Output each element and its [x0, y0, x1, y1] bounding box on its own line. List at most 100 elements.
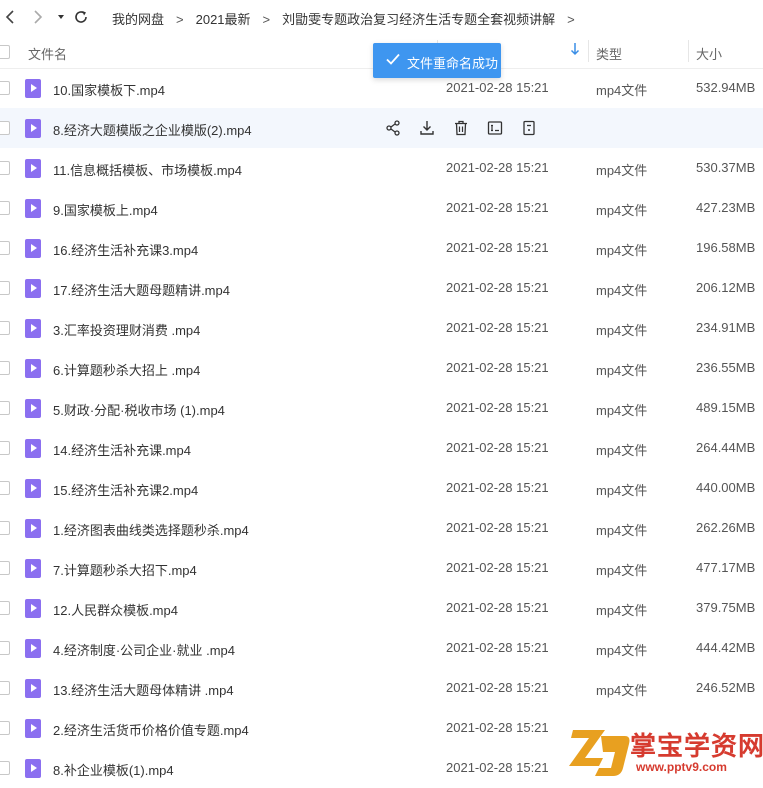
column-header-type[interactable]: 类型: [596, 44, 622, 63]
file-date: 2021-02-28 15:21: [446, 240, 549, 255]
file-name[interactable]: 11.信息概括模板、市场模板.mp4: [53, 160, 242, 179]
row-checkbox[interactable]: [0, 681, 10, 695]
file-size: 379.75MB: [696, 600, 756, 615]
file-row[interactable]: 9.国家模板上.mp4 2021-02-28 15:21 mp4文件 427.23MB: [0, 188, 763, 228]
top-navigation-bar: 我的网盘 >2021最新 > 刘勖雯专题政治复习经济生活专题全套视频讲解 >: [0, 0, 763, 34]
file-name[interactable]: 8.经济大题模版之企业模版(2).mp4: [53, 120, 252, 139]
column-header-name[interactable]: 文件名: [28, 44, 67, 63]
row-checkbox[interactable]: [0, 761, 10, 775]
select-all-checkbox[interactable]: [0, 45, 10, 59]
row-checkbox[interactable]: [0, 81, 10, 95]
file-row[interactable]: 3.汇率投资理财消费 .mp4 2021-02-28 15:21 mp4文件 234.…: [0, 308, 763, 348]
file-name[interactable]: 3.汇率投资理财消费 .mp4: [53, 320, 200, 339]
video-file-icon: [25, 119, 41, 138]
file-row[interactable]: 13.经济生活大题母体精讲 .mp4 2021-02-28 15:21 mp4文件 2…: [0, 668, 763, 708]
refresh-icon[interactable]: [72, 8, 90, 26]
file-size: 477.17MB: [696, 560, 756, 575]
row-checkbox[interactable]: [0, 241, 10, 255]
file-name[interactable]: 9.国家模板上.mp4: [53, 200, 158, 219]
file-name[interactable]: 7.计算题秒杀大招下.mp4: [53, 560, 197, 579]
file-type: mp4文件: [596, 203, 648, 218]
file-type: mp4文件: [596, 563, 648, 578]
delete-icon[interactable]: [452, 119, 470, 137]
row-checkbox[interactable]: [0, 281, 10, 295]
file-row[interactable]: 4.经济制度·公司企业·就业 .mp4 2021-02-28 15:21 mp4文件…: [0, 628, 763, 668]
file-row[interactable]: 14.经济生活补充课.mp4 2021-02-28 15:21 mp4文件 264.4…: [0, 428, 763, 468]
file-name[interactable]: 4.经济制度·公司企业·就业 .mp4: [53, 640, 235, 659]
file-name[interactable]: 14.经济生活补充课.mp4: [53, 440, 191, 459]
file-name[interactable]: 12.人民群众模板.mp4: [53, 600, 178, 619]
file-type: mp4文件: [596, 643, 648, 658]
file-name[interactable]: 13.经济生活大题母体精讲 .mp4: [53, 680, 234, 699]
row-checkbox[interactable]: [0, 561, 10, 575]
file-date: 2021-02-28 15:21: [446, 200, 549, 215]
column-header-size[interactable]: 大小: [696, 44, 722, 63]
row-checkbox[interactable]: [0, 641, 10, 655]
watermark-url: www.pptv9.com: [636, 760, 727, 774]
file-row[interactable]: 17.经济生活大题母题精讲.mp4 2021-02-28 15:21 mp4文件 20…: [0, 268, 763, 308]
file-name[interactable]: 17.经济生活大题母题精讲.mp4: [53, 280, 230, 299]
file-name[interactable]: 8.补企业模板(1).mp4: [53, 760, 174, 779]
sort-arrow-down-icon[interactable]: [570, 42, 580, 59]
share-icon[interactable]: [384, 119, 402, 137]
dropdown-triangle-icon[interactable]: [52, 8, 70, 26]
file-date: 2021-02-28 15:21: [446, 480, 549, 495]
file-row[interactable]: 12.人民群众模板.mp4 2021-02-28 15:21 mp4文件 379.75…: [0, 588, 763, 628]
download-icon[interactable]: [418, 119, 436, 137]
checkmark-icon: [385, 51, 401, 67]
breadcrumb-item-current[interactable]: 刘勖雯专题政治复习经济生活专题全套视频讲解: [282, 9, 555, 28]
file-row[interactable]: 15.经济生活补充课2.mp4 2021-02-28 15:21 mp4文件 440.…: [0, 468, 763, 508]
row-checkbox[interactable]: [0, 161, 10, 175]
file-row[interactable]: 7.计算题秒杀大招下.mp4 2021-02-28 15:21 mp4文件 477.1…: [0, 548, 763, 588]
file-name[interactable]: 6.计算题秒杀大招上 .mp4: [53, 360, 200, 379]
file-date: 2021-02-28 15:21: [446, 760, 549, 775]
column-divider: [588, 40, 589, 62]
file-name[interactable]: 2.经济生活货币价格价值专题.mp4: [53, 720, 249, 739]
breadcrumb-separator: >: [262, 12, 271, 27]
file-row[interactable]: 8.经济大题模版之企业模版(2).mp4: [0, 108, 763, 148]
file-name[interactable]: 16.经济生活补充课3.mp4: [53, 240, 198, 259]
file-row[interactable]: 11.信息概括模板、市场模板.mp4 2021-02-28 15:21 mp4文件 5…: [0, 148, 763, 188]
row-checkbox[interactable]: [0, 321, 10, 335]
file-date: 2021-02-28 15:21: [446, 600, 549, 615]
video-file-icon: [25, 79, 41, 98]
file-name[interactable]: 1.经济图表曲线类选择题秒杀.mp4: [53, 520, 249, 539]
chevron-right-icon[interactable]: [28, 8, 46, 26]
file-type: mp4文件: [596, 243, 648, 258]
file-row[interactable]: 16.经济生活补充课3.mp4 2021-02-28 15:21 mp4文件 196.…: [0, 228, 763, 268]
chevron-left-icon[interactable]: [2, 8, 20, 26]
file-row[interactable]: 6.计算题秒杀大招上 .mp4 2021-02-28 15:21 mp4文件 236.…: [0, 348, 763, 388]
file-size: 196.58MB: [696, 240, 756, 255]
row-checkbox[interactable]: [0, 721, 10, 735]
row-checkbox[interactable]: [0, 601, 10, 615]
row-checkbox[interactable]: [0, 201, 10, 215]
file-name[interactable]: 15.经济生活补充课2.mp4: [53, 480, 198, 499]
row-checkbox[interactable]: [0, 121, 10, 135]
file-date: 2021-02-28 15:21: [446, 280, 549, 295]
file-size: 206.12MB: [696, 280, 756, 295]
video-file-icon: [25, 359, 41, 378]
file-size: 264.44MB: [696, 440, 756, 455]
row-checkbox[interactable]: [0, 401, 10, 415]
file-row[interactable]: 1.经济图表曲线类选择题秒杀.mp4 2021-02-28 15:21 mp4文件 2…: [0, 508, 763, 548]
column-divider: [688, 40, 689, 62]
row-checkbox[interactable]: [0, 521, 10, 535]
breadcrumb-item-root[interactable]: 我的网盘: [112, 9, 164, 28]
rename-icon[interactable]: [486, 119, 504, 137]
row-checkbox[interactable]: [0, 361, 10, 375]
file-date: 2021-02-28 15:21: [446, 640, 549, 655]
file-name[interactable]: 10.国家模板下.mp4: [53, 80, 165, 99]
file-name[interactable]: 5.财政·分配·税收市场 (1).mp4: [53, 400, 225, 419]
file-size: 262.26MB: [696, 520, 756, 535]
video-file-icon: [25, 599, 41, 618]
more-icon[interactable]: [520, 119, 538, 137]
video-file-icon: [25, 679, 41, 698]
breadcrumb-item-2021[interactable]: 2021最新: [196, 9, 251, 28]
file-row[interactable]: 5.财政·分配·税收市场 (1).mp4 2021-02-28 15:21 mp4文…: [0, 388, 763, 428]
row-checkbox[interactable]: [0, 481, 10, 495]
file-type: mp4文件: [596, 363, 648, 378]
video-file-icon: [25, 239, 41, 258]
row-checkbox[interactable]: [0, 441, 10, 455]
file-type: mp4文件: [596, 323, 648, 338]
file-date: 2021-02-28 15:21: [446, 160, 549, 175]
